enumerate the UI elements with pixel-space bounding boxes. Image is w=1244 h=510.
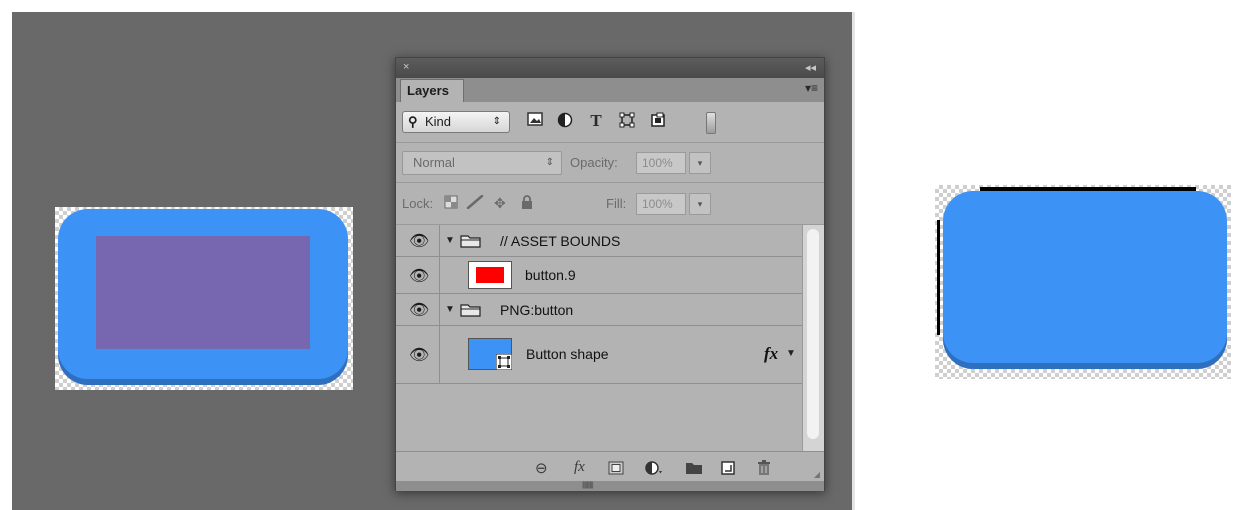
lock-position-icon[interactable]: ✥ bbox=[494, 195, 506, 212]
layer-row-asset-bounds[interactable]: 👁 ▼ // ASSET BOUNDS bbox=[396, 225, 802, 257]
adjustment-filter-icon[interactable] bbox=[556, 112, 574, 130]
layer-name: PNG:button bbox=[500, 302, 574, 318]
mask-icon[interactable] bbox=[608, 461, 624, 479]
tab-layers[interactable]: Layers bbox=[400, 79, 464, 102]
blend-mode-select[interactable]: Normal ⇕ bbox=[402, 151, 562, 175]
visibility-cell[interactable]: 👁 bbox=[396, 326, 440, 383]
fx-icon[interactable]: fx bbox=[574, 459, 585, 476]
lock-label: Lock: bbox=[402, 196, 434, 211]
fill-dropdown-icon[interactable]: ▾ bbox=[689, 193, 711, 215]
select-arrows-icon: ⇕ bbox=[492, 116, 501, 127]
disclosure-triangle-icon[interactable]: ▼ bbox=[445, 235, 455, 246]
opacity-input[interactable]: 100% bbox=[636, 152, 686, 174]
filter-kind-label: Kind bbox=[425, 114, 452, 129]
filter-toggle-switch[interactable] bbox=[706, 112, 716, 134]
shape-filter-icon[interactable] bbox=[618, 112, 636, 130]
layer-name: // ASSET BOUNDS bbox=[500, 233, 621, 249]
workspace-divider bbox=[852, 12, 855, 510]
close-icon[interactable]: × bbox=[403, 61, 409, 73]
layers-list: 👁 ▼ // ASSET BOUNDS 👁 button.9 👁 ▼ PNG:b… bbox=[396, 225, 802, 451]
layers-bottom-toolbar: ⊖ fx ◢ ||||||||||||| bbox=[396, 451, 824, 491]
visibility-cell[interactable]: 👁 bbox=[396, 294, 440, 325]
layer-row-button-shape[interactable]: 👁 Button shape fx ▼ bbox=[396, 326, 802, 384]
eye-icon[interactable]: 👁 bbox=[409, 300, 429, 320]
opacity-label: Opacity: bbox=[570, 155, 618, 170]
search-icon: ⚲ bbox=[408, 114, 418, 129]
layer-name: button.9 bbox=[525, 267, 576, 283]
image-filter-icon[interactable] bbox=[526, 112, 544, 130]
grip-lines-icon: ||||||||||||| bbox=[582, 482, 594, 489]
canvas-workspace: × ◂◂ Layers ▾≡ ⚲ Kind ⇕ T Normal ⇕ Opaci… bbox=[12, 12, 852, 510]
blend-mode-value: Normal bbox=[413, 155, 455, 170]
new-group-icon[interactable] bbox=[685, 461, 703, 479]
opacity-dropdown-icon[interactable]: ▾ bbox=[689, 152, 711, 174]
eye-icon[interactable]: 👁 bbox=[409, 266, 429, 286]
resize-grip-icon[interactable]: ◢ bbox=[814, 470, 820, 479]
rendered-button-shape bbox=[943, 191, 1227, 363]
rendered-button-preview bbox=[935, 185, 1231, 379]
shape-layer-badge-icon bbox=[495, 353, 513, 371]
smart-object-filter-icon[interactable] bbox=[649, 112, 667, 130]
fill-label: Fill: bbox=[606, 196, 627, 211]
lock-row: Lock: ✥ Fill: 100% ▾ bbox=[396, 183, 824, 225]
scrollbar-thumb[interactable] bbox=[807, 229, 819, 439]
layer-name: Button shape bbox=[526, 346, 609, 362]
nine-patch-preview bbox=[55, 207, 353, 390]
visibility-cell[interactable]: 👁 bbox=[396, 225, 440, 256]
layers-scrollbar[interactable] bbox=[802, 225, 824, 451]
layer-row-button-9[interactable]: 👁 button.9 bbox=[396, 257, 802, 294]
content-area-overlay bbox=[96, 236, 310, 349]
panel-tab-row: Layers ▾≡ bbox=[396, 78, 824, 102]
link-layers-icon[interactable]: ⊖ bbox=[535, 459, 548, 477]
layer-row-png-button[interactable]: 👁 ▼ PNG:button bbox=[396, 294, 802, 326]
layers-panel: × ◂◂ Layers ▾≡ ⚲ Kind ⇕ T Normal ⇕ Opaci… bbox=[395, 57, 825, 491]
lock-image-pixels-icon[interactable] bbox=[466, 194, 484, 212]
blend-row: Normal ⇕ Opacity: 100% ▾ bbox=[396, 143, 824, 183]
filter-kind-select[interactable]: ⚲ Kind ⇕ bbox=[402, 111, 510, 133]
eye-icon[interactable]: 👁 bbox=[409, 231, 429, 251]
nine-patch-stretch-marker-left bbox=[937, 220, 940, 335]
type-filter-icon[interactable]: T bbox=[587, 112, 605, 130]
eye-icon[interactable]: 👁 bbox=[409, 345, 429, 365]
lock-transparency-icon[interactable] bbox=[444, 195, 458, 212]
folder-icon bbox=[460, 303, 482, 317]
visibility-cell[interactable]: 👁 bbox=[396, 257, 440, 293]
folder-icon bbox=[460, 234, 482, 248]
fx-badge[interactable]: fx bbox=[764, 344, 778, 364]
new-layer-icon[interactable] bbox=[721, 461, 735, 479]
panel-resize-bar[interactable]: ||||||||||||| bbox=[396, 481, 824, 491]
expand-effects-icon[interactable]: ▼ bbox=[786, 348, 796, 359]
panel-menu-icon[interactable]: ▾≡ bbox=[805, 81, 818, 95]
trash-icon[interactable] bbox=[757, 460, 771, 480]
collapse-icon[interactable]: ◂◂ bbox=[805, 61, 816, 74]
fill-input[interactable]: 100% bbox=[636, 193, 686, 215]
adjustment-icon[interactable] bbox=[645, 461, 663, 479]
filter-row: ⚲ Kind ⇕ T bbox=[396, 102, 824, 143]
lock-all-icon[interactable] bbox=[521, 195, 533, 212]
disclosure-triangle-icon[interactable]: ▼ bbox=[445, 304, 455, 315]
panel-titlebar[interactable]: × ◂◂ bbox=[396, 58, 824, 79]
select-arrows-icon: ⇕ bbox=[545, 157, 554, 168]
layer-thumbnail bbox=[468, 261, 512, 289]
red-fill-swatch bbox=[476, 267, 504, 283]
